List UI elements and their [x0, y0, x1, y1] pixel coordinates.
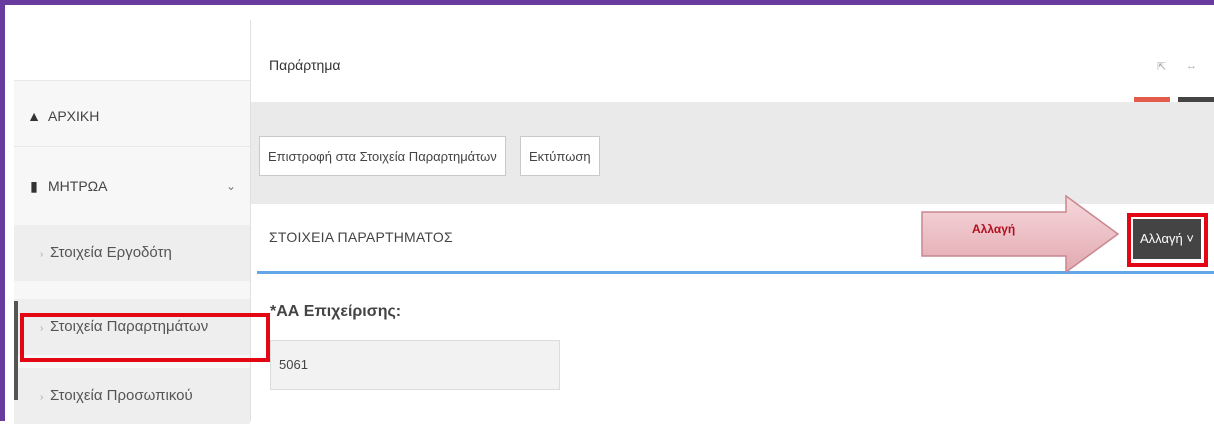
- active-indicator: [14, 301, 18, 400]
- fullscreen-icon[interactable]: ⇱: [1157, 60, 1166, 73]
- callout-arrow: [921, 194, 1120, 274]
- submenu-item-employer[interactable]: › Στοιχεία Εργοδότη: [14, 225, 250, 281]
- bullet-icon: ›: [40, 392, 44, 403]
- submenu-item-personnel[interactable]: › Στοιχεία Προσωπικού: [14, 368, 250, 424]
- back-to-branches-button[interactable]: Επιστροφή στα Στοιχεία Παραρτημάτων: [259, 136, 506, 176]
- expand-icon[interactable]: ↔: [1186, 60, 1197, 72]
- submenu-item-label: Στοιχεία Εργοδότη: [50, 244, 172, 261]
- panel-title: ΣΤΟΙΧΕΙΑ ΠΑΡΑΡΤΗΜΑΤΟΣ: [269, 229, 453, 245]
- sidebar-item-label: ΜΗΤΡΩΑ: [48, 178, 108, 194]
- sidebar-item-label: ΑΡΧΙΚΗ: [48, 108, 100, 124]
- home-icon: ▲: [27, 108, 41, 124]
- sidebar-item-registries[interactable]: ▮ ΜΗΤΡΩΑ ⌄: [14, 155, 250, 217]
- bullet-icon: ›: [40, 249, 44, 260]
- chevron-down-icon: ⌄: [225, 179, 236, 193]
- highlight-box-change: [1127, 213, 1208, 267]
- book-icon: ▮: [30, 178, 38, 194]
- page-header: Παράρτημα ⇱ ↔: [251, 20, 1214, 96]
- business-number-field[interactable]: 5061: [270, 340, 560, 390]
- business-number-label: *ΑΑ Επιχείρισης:: [270, 303, 402, 320]
- page-title: Παράρτημα: [269, 57, 341, 73]
- highlight-box-branches: [20, 313, 270, 362]
- sidebar-header: [14, 20, 250, 81]
- toolbar: Επιστροφή στα Στοιχεία Παραρτημάτων Εκτύ…: [251, 102, 1214, 204]
- callout-label: Αλλαγή: [972, 222, 1016, 236]
- submenu-item-label: Στοιχεία Προσωπικού: [50, 387, 193, 404]
- print-button[interactable]: Εκτύπωση: [520, 136, 600, 176]
- sidebar-item-home[interactable]: ▲ ΑΡΧΙΚΗ: [14, 86, 250, 147]
